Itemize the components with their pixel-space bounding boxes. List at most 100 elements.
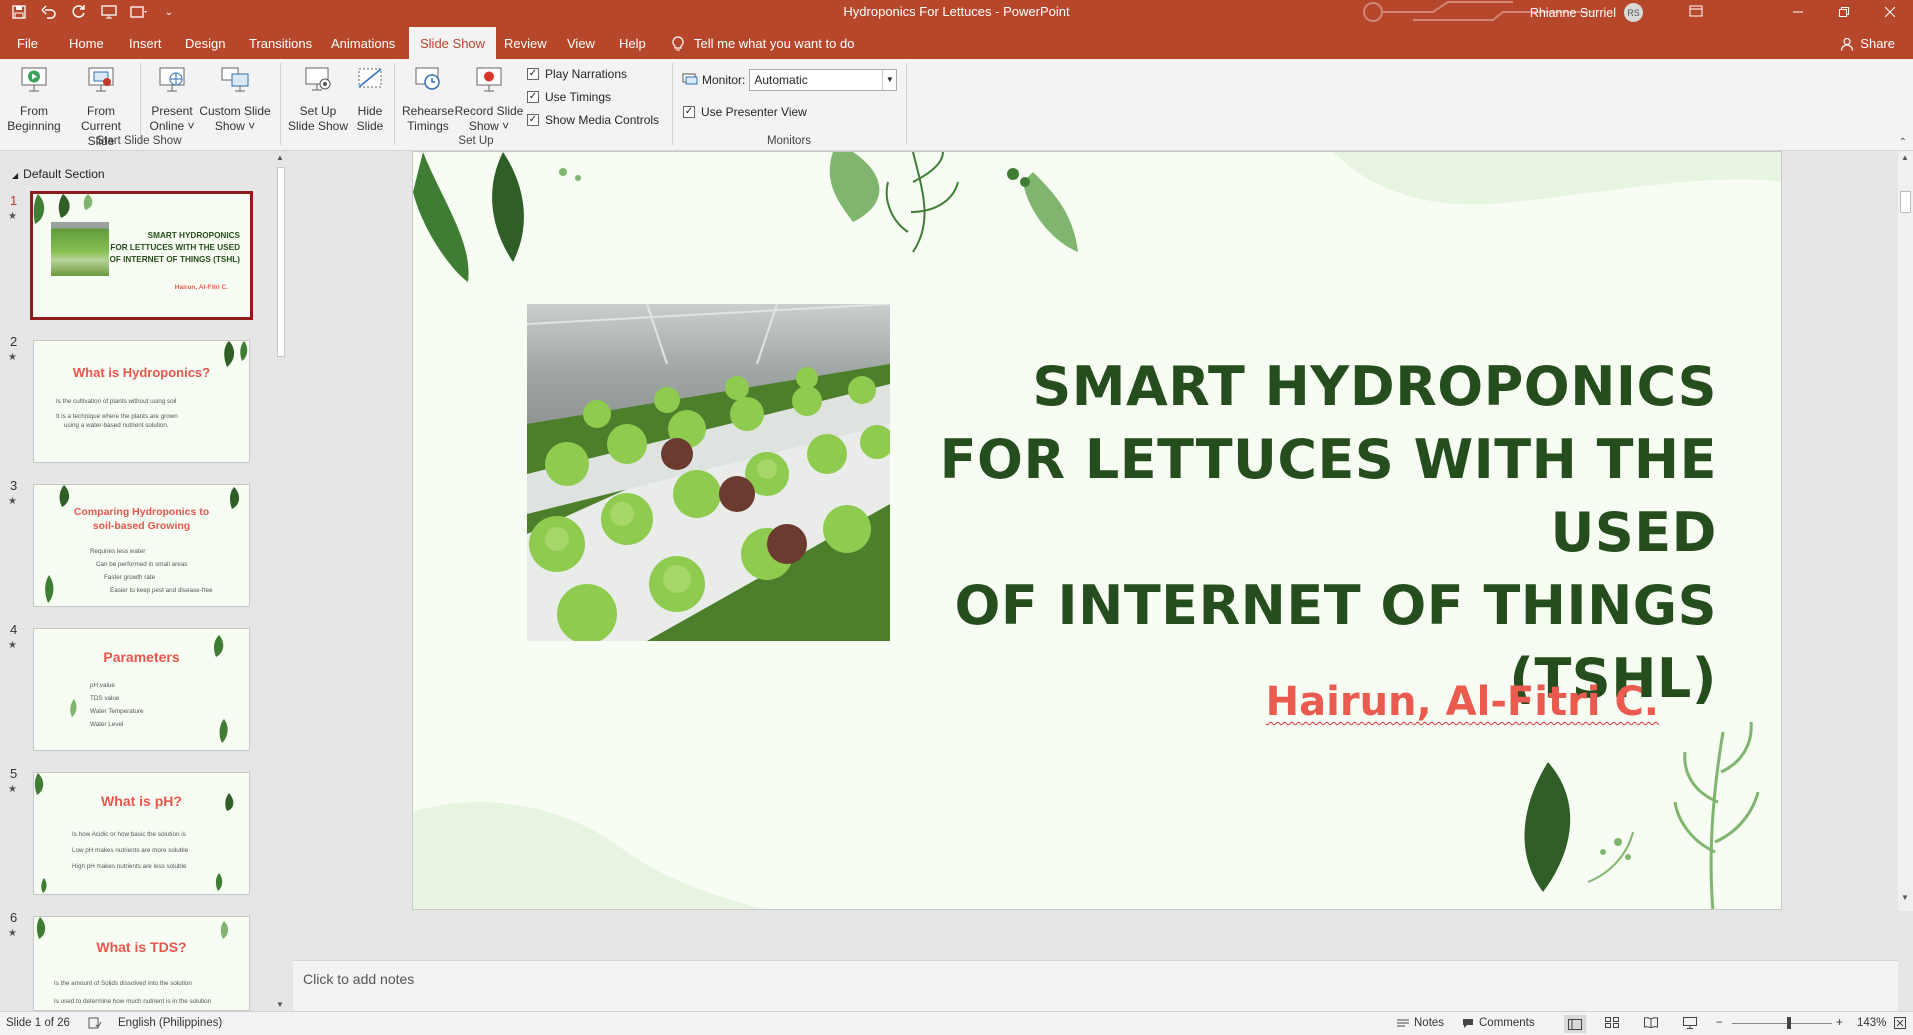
tab-review[interactable]: Review	[493, 24, 558, 59]
slide-author-text: Hairun, Al-Fitri C.	[1265, 679, 1659, 725]
close-icon[interactable]	[1867, 0, 1913, 24]
share-button[interactable]: Share	[1840, 24, 1895, 63]
thumbnail-author: Hairun, Al-Fitri C.	[174, 284, 228, 291]
hide-slide-label-1: Hide	[357, 104, 383, 118]
rehearse-timings-button[interactable]: Rehearse Timings	[400, 64, 456, 134]
tell-me-text: Tell me what you want to do	[694, 36, 855, 51]
slide-author[interactable]: Hairun, Al-Fitri C.	[1266, 679, 1659, 725]
restore-icon[interactable]	[1821, 0, 1867, 24]
tab-file[interactable]: File	[6, 24, 49, 59]
hide-slide-button[interactable]: Hide Slide	[352, 64, 388, 134]
tab-animations[interactable]: Animations	[320, 24, 406, 59]
comments-button[interactable]: Comments	[1462, 1017, 1535, 1029]
comment-icon	[1463, 1018, 1473, 1028]
record-slide-show-button[interactable]: Record Slide Show ˅	[454, 64, 524, 134]
chevron-down-icon[interactable]: ▼	[882, 70, 896, 90]
collapse-triangle-icon[interactable]: ◢	[12, 171, 18, 180]
record-slide-show-icon	[476, 67, 502, 92]
thumbnail-bullet: using a water-based nutrient solution.	[64, 422, 169, 429]
play-from-current-icon	[88, 67, 114, 92]
tab-transitions[interactable]: Transitions	[238, 24, 323, 59]
normal-view-button[interactable]	[1564, 1015, 1586, 1033]
monitor-dropdown[interactable]: Automatic ▼	[749, 69, 898, 91]
reading-view-button[interactable]	[1644, 1017, 1658, 1028]
ribbon: From Beginning From Current Slide Presen…	[0, 59, 1913, 151]
zoom-in-icon[interactable]: +	[1836, 1017, 1843, 1029]
animation-star-icon: ★	[8, 784, 17, 795]
tab-home[interactable]: Home	[58, 24, 115, 59]
tab-view[interactable]: View	[556, 24, 606, 59]
set-up-group-label: Set Up	[458, 135, 494, 147]
tell-me-search[interactable]: Tell me what you want to do	[672, 24, 854, 63]
ribbon-display-options-icon[interactable]	[1689, 5, 1703, 20]
tab-insert[interactable]: Insert	[118, 24, 173, 59]
slide-show-view-button[interactable]	[1683, 1017, 1697, 1029]
user-name: Rhianne Surriel	[1529, 5, 1616, 20]
rehearse-label-1: Rehearse	[401, 104, 455, 118]
ribbon-tabs: File Home Insert Design Transitions Anim…	[0, 24, 1913, 62]
thumbnail-title-line: OF INTERNET OF THINGS (TSHL)	[109, 255, 240, 264]
scrollbar-thumb[interactable]	[277, 167, 285, 357]
reading-view-icon	[1644, 1017, 1658, 1028]
section-header[interactable]: ◢ Default Section	[12, 167, 105, 181]
avatar[interactable]: RS	[1624, 3, 1643, 22]
document-title: Hydroponics For Lettuces	[843, 4, 992, 19]
use-presenter-view-label: Use Presenter View	[701, 105, 807, 119]
custom-slide-show-button[interactable]: Custom Slide Show ˅	[198, 64, 272, 134]
thumbnail-slide-4[interactable]: Parameters pH value TDS value Water Temp…	[33, 628, 250, 751]
slide-title[interactable]: SMART HYDROPONICS FOR LETTUCES WITH THE …	[817, 350, 1717, 715]
checkmark-icon: ✓	[683, 106, 695, 118]
animation-star-icon: ★	[8, 211, 17, 222]
thumbnail-slide-3[interactable]: Comparing Hydroponics to soil-based Grow…	[33, 484, 250, 607]
fit-to-window-icon[interactable]	[1894, 1017, 1906, 1029]
ribbon-separator	[906, 63, 907, 145]
zoom-level[interactable]: 143%	[1857, 1017, 1886, 1029]
tab-design[interactable]: Design	[174, 24, 236, 59]
zoom-slider-thumb[interactable]	[1787, 1017, 1791, 1029]
from-beginning-button[interactable]: From Beginning	[6, 64, 62, 134]
thumbnail-bullet: Is the amount of Solids dissolved into t…	[54, 980, 192, 987]
use-timings-checkbox[interactable]: ✓ Use Timings	[527, 90, 611, 104]
tab-slide-show[interactable]: Slide Show	[409, 27, 497, 62]
slide-sorter-icon	[1605, 1017, 1619, 1028]
use-presenter-view-checkbox[interactable]: ✓ Use Presenter View	[683, 105, 807, 119]
language-indicator[interactable]: English (Philippines)	[118, 1017, 222, 1029]
spelling-icon[interactable]	[88, 1017, 102, 1029]
thumbnail-title-line: FOR LETTUCES WITH THE USED	[110, 243, 240, 252]
scroll-up-icon[interactable]: ▲	[276, 153, 284, 162]
notes-button[interactable]: Notes	[1397, 1017, 1444, 1029]
scroll-down-icon[interactable]: ▼	[276, 1000, 284, 1009]
thumbnail-slide-2[interactable]: What is Hydroponics? Is the cultivation …	[33, 340, 250, 463]
user-account[interactable]: Rhianne Surriel RS	[1530, 3, 1703, 22]
present-online-button[interactable]: Present Online ˅	[144, 64, 200, 134]
scroll-down-icon[interactable]: ▼	[1901, 893, 1909, 902]
slide-sorter-button[interactable]	[1605, 1017, 1619, 1028]
zoom-out-icon[interactable]: −	[1716, 1017, 1723, 1029]
scrollbar-thumb[interactable]	[1900, 191, 1911, 213]
leaf-decoration-icon	[33, 194, 93, 224]
thumbnail-slide-6[interactable]: What is TDS? Is the amount of Solids dis…	[33, 916, 250, 1011]
tab-help[interactable]: Help	[608, 24, 657, 59]
thumbnail-bullet: TDS value	[90, 695, 120, 702]
show-media-controls-checkbox[interactable]: ✓ Show Media Controls	[527, 113, 659, 127]
slide-canvas[interactable]: SMART HYDROPONICS FOR LETTUCES WITH THE …	[412, 151, 1782, 910]
zoom-slider[interactable]	[1732, 1017, 1832, 1029]
rehearse-label-2: Timings	[407, 119, 449, 133]
notes-pane[interactable]: Click to add notes	[293, 960, 1898, 1011]
thumbnail-bullet: Faster growth rate	[104, 574, 156, 581]
thumbnail-title-line: SMART HYDROPONICS	[147, 231, 240, 240]
play-narrations-checkbox[interactable]: ✓ Play Narrations	[527, 67, 627, 81]
set-up-slide-show-button[interactable]: Set Up Slide Show	[286, 64, 350, 134]
thumbnail-title: What is TDS?	[96, 939, 187, 955]
present-online-label-2: Online ˅	[149, 119, 195, 133]
thumbnail-slide-5[interactable]: What is pH? Is how Acidic or how basic t…	[33, 772, 250, 895]
thumbnail-slide-1[interactable]: SMART HYDROPONICS FOR LETTUCES WITH THE …	[30, 191, 253, 320]
slide-number: 5	[10, 766, 18, 781]
slide-scrollbar[interactable]: ▲ ▼	[1898, 151, 1913, 911]
slide-title-line-1: SMART HYDROPONICS	[1032, 355, 1717, 418]
scroll-up-icon[interactable]: ▲	[1901, 153, 1909, 162]
minimize-icon[interactable]	[1775, 0, 1821, 24]
thumbnail-bullets: Requires less water Can be performed in …	[90, 545, 213, 597]
collapse-ribbon-icon[interactable]: ⌃	[1899, 137, 1907, 148]
thumbnail-scrollbar[interactable]: ▲ ▼	[274, 151, 288, 1011]
